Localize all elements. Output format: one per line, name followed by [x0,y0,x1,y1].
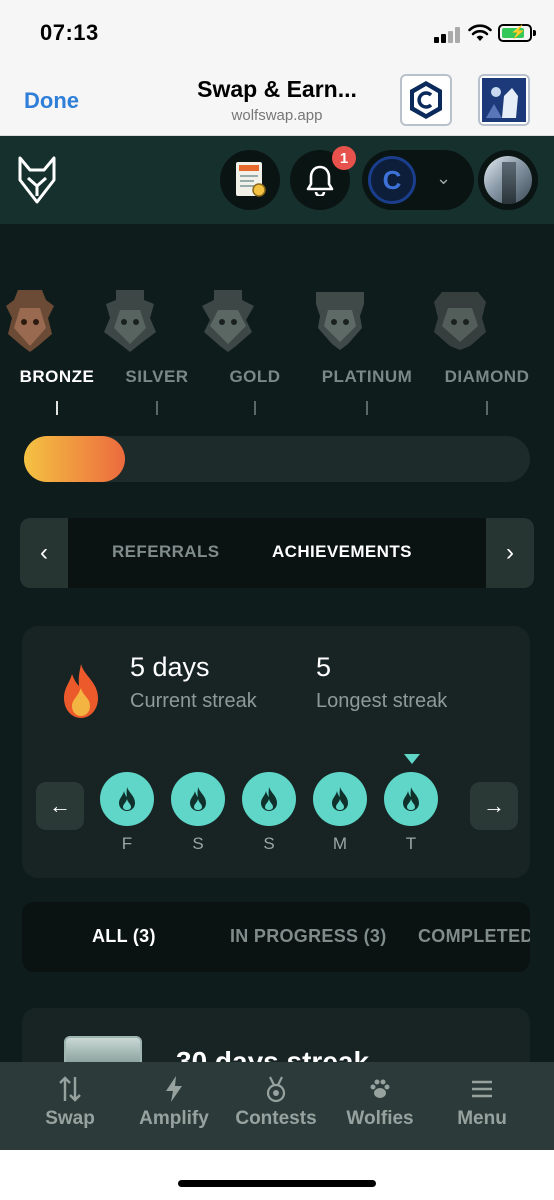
streak-prev-button[interactable]: ← [36,782,84,830]
fire-icon [64,664,98,718]
streak-card: 5 days Current streak 5 Longest streak ←… [22,626,530,878]
fire-icon [100,772,154,826]
platinum-wolf-emblem-icon [316,292,364,350]
filter-all[interactable]: ALL (3) [92,926,156,947]
cronos-icon: C [368,156,416,204]
longest-streak-label: Longest streak [316,690,448,712]
day-label: S [192,834,204,853]
home-indicator-area [0,1150,554,1200]
nav-label: Wolfies [346,1108,414,1129]
streak-day: F [100,772,154,854]
filter-in-progress[interactable]: IN PROGRESS (3) [230,926,387,947]
section-tabs: ‹ REFERRALS ACHIEVEMENTS › [20,518,534,588]
day-label: M [332,834,348,853]
main-content: BRONZE SILVER GOLD PLATINUM DIAMOND ‹ RE… [0,224,554,1062]
tier-diamond[interactable]: DIAMOND [432,288,542,415]
streak-badge-icon [64,1036,142,1062]
paw-icon [370,1079,390,1098]
nav-label: Menu [457,1108,507,1129]
status-time: 07:13 [40,20,99,45]
nav-swap[interactable]: Swap [18,1062,122,1150]
tier-platinum[interactable]: PLATINUM [312,288,422,415]
tier-label: DIAMOND [444,367,530,386]
wolf-logo-icon[interactable] [16,156,58,204]
browser-bar: Done Swap & Earn... wolfswap.app [0,66,554,136]
bottom-nav: Swap Amplify Contests Wolfies Menu [0,1062,554,1150]
home-indicator[interactable] [178,1180,376,1187]
streak-day: S [171,772,225,854]
tier-tick [254,401,256,415]
wolf-avatar-icon[interactable] [478,74,530,126]
cronos-icon[interactable] [400,74,452,126]
tier-gold[interactable]: GOLD [200,288,310,415]
tier-tick [486,401,488,415]
tier-label: SILVER [125,367,189,386]
nav-contests[interactable]: Contests [224,1062,328,1150]
fire-icon [313,772,367,826]
silver-wolf-emblem-icon [104,290,156,352]
streak-day-today: T [384,772,438,854]
tier-bronze[interactable]: BRONZE [2,288,112,415]
nav-wolfies[interactable]: Wolfies [328,1062,432,1150]
tab-achievements[interactable]: ACHIEVEMENTS [272,542,412,562]
done-button[interactable]: Done [24,88,79,114]
longest-streak-value: 5 [316,652,332,682]
report-2023-icon[interactable] [220,150,280,210]
nav-label: Amplify [139,1108,209,1129]
current-streak-label: Current streak [130,690,257,712]
tier-tick [156,401,158,415]
chevron-down-icon: ⌄ [436,168,452,188]
tier-progress-fill [24,436,126,482]
lightning-icon [166,1076,182,1102]
user-avatar[interactable] [478,150,538,210]
tabs-prev-button[interactable]: ‹ [20,518,68,588]
tier-label: GOLD [229,367,281,386]
nav-label: Contests [235,1108,317,1129]
gold-wolf-emblem-icon [202,290,254,352]
streak-day: M [313,772,367,854]
current-streak-value: 5 days [130,652,210,682]
chain-selector[interactable]: C ⌄ [362,150,474,210]
bronze-wolf-emblem-icon [6,290,54,352]
cellular-signal-icon [434,27,462,43]
browser-url: wolfswap.app [231,107,323,124]
nav-label: Swap [45,1108,95,1129]
status-bar: 07:13 ⚡ [0,0,554,66]
nav-menu[interactable]: Menu [430,1062,534,1150]
swap-arrows-icon [59,1076,81,1102]
browser-title: Swap & Earn... [197,76,357,102]
wifi-icon [468,24,492,41]
fire-icon [242,772,296,826]
tier-tick [366,401,368,415]
medal-icon [266,1076,286,1103]
fire-icon [384,772,438,826]
tabs-next-button[interactable]: › [486,518,534,588]
battery-icon: ⚡ [498,24,536,42]
day-label: T [405,834,417,853]
today-marker [404,754,420,764]
tier-silver[interactable]: SILVER [102,288,212,415]
achievement-filters: ALL (3) IN PROGRESS (3) COMPLETED [22,902,530,972]
tier-tick [56,401,58,415]
diamond-wolf-emblem-icon [434,292,486,350]
streak-day: S [242,772,296,854]
tier-progress-bar [24,436,530,482]
streak-next-button[interactable]: → [470,782,518,830]
day-label: S [263,834,275,853]
day-label: F [121,834,133,853]
tier-label: BRONZE [19,367,95,386]
fire-icon [171,772,225,826]
notification-count-badge: 1 [332,146,356,170]
tier-label: PLATINUM [321,367,413,386]
hamburger-menu-icon [472,1080,492,1098]
achievement-card[interactable]: 30 days streak [22,1008,530,1062]
tab-referrals[interactable]: REFERRALS [112,542,220,562]
filter-completed[interactable]: COMPLETED [418,926,530,947]
nav-amplify[interactable]: Amplify [122,1062,226,1150]
achievement-title: 30 days streak [176,1046,370,1062]
